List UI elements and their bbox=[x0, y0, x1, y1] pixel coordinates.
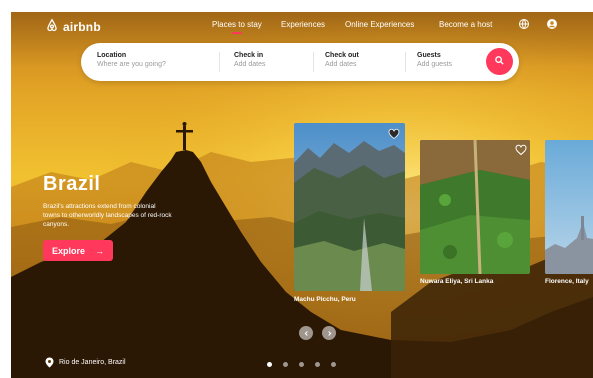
guests-label: Guests bbox=[417, 52, 441, 59]
user-icon[interactable] bbox=[546, 18, 558, 30]
card-image-florence bbox=[545, 140, 593, 274]
brand-logo[interactable]: airbnb bbox=[45, 18, 101, 35]
top-navigation: airbnb Places to stay Experiences Online… bbox=[11, 12, 593, 40]
search-bar: Location Where are you going? Check in A… bbox=[81, 43, 519, 81]
hero-title: Brazil bbox=[43, 173, 101, 195]
nav-link-experiences[interactable]: Experiences bbox=[281, 20, 325, 29]
location-input[interactable]: Where are you going? bbox=[97, 61, 166, 68]
card-name-nuwara-eliya: Nuwara Eliya, Sri Lanka bbox=[420, 278, 494, 285]
nav-link-become-a-host[interactable]: Become a host bbox=[439, 20, 492, 29]
carousel-dot[interactable] bbox=[315, 362, 320, 367]
nav-link-online-experiences[interactable]: Online Experiences bbox=[345, 20, 414, 29]
hero-description: Brazil's attractions extend from colonia… bbox=[43, 203, 172, 228]
guests-field[interactable]: Guests Add guests bbox=[417, 52, 452, 68]
carousel-next-button[interactable] bbox=[322, 326, 336, 340]
chevron-right-icon bbox=[326, 330, 333, 337]
checkin-label: Check in bbox=[234, 52, 264, 59]
guests-input[interactable]: Add guests bbox=[417, 61, 452, 68]
carousel-dot[interactable] bbox=[299, 362, 304, 367]
card-name-machu-picchu: Machu Picchu, Peru bbox=[294, 296, 356, 303]
carousel-dots bbox=[267, 362, 336, 367]
checkout-input[interactable]: Add dates bbox=[325, 61, 359, 68]
search-divider bbox=[313, 52, 314, 72]
checkin-input[interactable]: Add dates bbox=[234, 61, 266, 68]
checkout-field[interactable]: Check out Add dates bbox=[325, 52, 359, 68]
search-button[interactable] bbox=[486, 48, 513, 75]
checkin-field[interactable]: Check in Add dates bbox=[234, 52, 266, 68]
hero-location: Rio de Janeiro, Brazil bbox=[45, 357, 126, 368]
hero-location-text: Rio de Janeiro, Brazil bbox=[59, 359, 126, 366]
nav-links: Places to stay Experiences Online Experi… bbox=[212, 20, 492, 34]
location-field[interactable]: Location Where are you going? bbox=[97, 52, 166, 68]
hero-section: airbnb Places to stay Experiences Online… bbox=[11, 12, 593, 378]
carousel-dot[interactable] bbox=[331, 362, 336, 367]
carousel-prev-button[interactable] bbox=[299, 326, 313, 340]
arrow-right-icon: → bbox=[95, 245, 104, 256]
search-divider bbox=[219, 52, 220, 72]
airbnb-logo-icon bbox=[45, 18, 59, 35]
carousel-dot[interactable] bbox=[283, 362, 288, 367]
card-image-nuwara-eliya bbox=[420, 140, 530, 274]
checkout-label: Check out bbox=[325, 52, 359, 59]
search-divider bbox=[405, 52, 406, 72]
chevron-left-icon bbox=[303, 330, 310, 337]
search-icon bbox=[494, 53, 505, 71]
location-label: Location bbox=[97, 52, 127, 59]
nav-link-places-to-stay[interactable]: Places to stay bbox=[212, 20, 262, 34]
card-name-florence: Florence, Italy bbox=[545, 278, 589, 285]
map-pin-icon bbox=[45, 357, 54, 368]
carousel-dot[interactable] bbox=[267, 362, 272, 367]
card-image-machu-picchu bbox=[294, 123, 405, 291]
globe-icon[interactable] bbox=[518, 18, 530, 30]
explore-button[interactable]: Explore → bbox=[43, 240, 113, 261]
explore-button-label: Explore bbox=[52, 245, 86, 256]
heart-icon[interactable] bbox=[388, 128, 400, 140]
brand-name: airbnb bbox=[63, 19, 101, 34]
heart-icon[interactable] bbox=[515, 144, 527, 156]
